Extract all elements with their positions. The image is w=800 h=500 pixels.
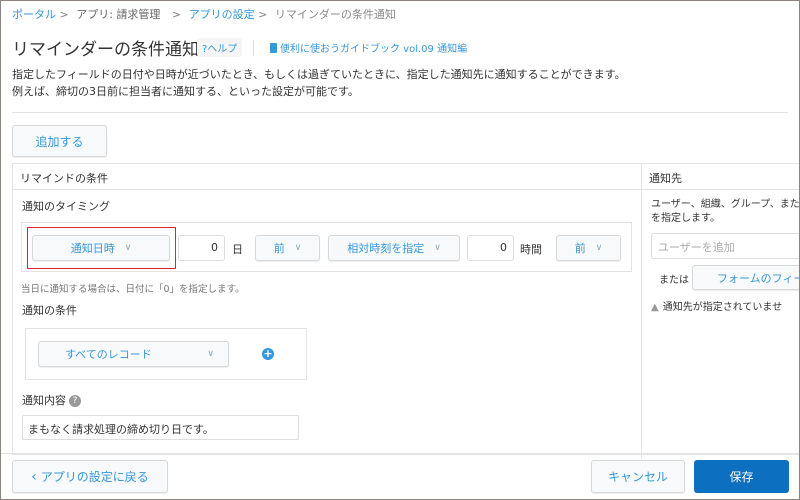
days-unit: 日 bbox=[232, 243, 243, 256]
warning-icon: ▲ bbox=[651, 302, 659, 313]
chevron-down-icon: ∨ bbox=[434, 243, 441, 253]
condition-select[interactable]: すべてのレコード ∨ bbox=[38, 341, 229, 367]
description: 指定したフィールドの日付や日時が近づいたとき、もしくは過ぎていたときに、指定した… bbox=[12, 66, 626, 100]
condition-label: 通知の条件 bbox=[22, 304, 77, 317]
warning: ▲ 通知先が指定されていませ bbox=[651, 302, 783, 313]
divider bbox=[0, 453, 800, 454]
chevron-down-icon: ∨ bbox=[595, 243, 603, 253]
hours-direction-select[interactable]: 前 ∨ bbox=[556, 235, 621, 261]
breadcrumb-app[interactable]: アプリ: 請求管理 bbox=[76, 8, 164, 21]
recipients-header: 通知先 bbox=[649, 172, 682, 185]
add-condition-icon[interactable]: + bbox=[262, 348, 274, 360]
breadcrumb-app-settings[interactable]: アプリの設定 bbox=[189, 8, 255, 21]
hours-unit: 時間 bbox=[520, 243, 542, 256]
breadcrumb: ポータル > アプリ: 請求管理 > アプリの設定 > リマインダーの条件通知 bbox=[12, 6, 400, 22]
recipients-description: ユーザー、組織、グループ、または を指定します。 bbox=[651, 199, 800, 224]
user-input[interactable]: ユーザーを追加 bbox=[651, 233, 800, 259]
breadcrumb-separator: > bbox=[59, 8, 69, 21]
breadcrumb-separator: > bbox=[258, 8, 268, 21]
page-title: リマインダーの条件通知 bbox=[12, 40, 199, 60]
chevron-down-icon: ∨ bbox=[294, 243, 302, 253]
hours-input[interactable]: 0 bbox=[467, 235, 514, 261]
divider bbox=[12, 189, 800, 190]
timing-note: 当日に通知する場合は、日付に「0」を指定します。 bbox=[21, 284, 245, 295]
breadcrumb-portal[interactable]: ポータル bbox=[12, 8, 56, 21]
guidebook-link[interactable]: 便利に使おうガイドブック vol.09 通知編 bbox=[270, 40, 467, 55]
conditions-header: リマインドの条件 bbox=[20, 172, 108, 185]
description-line: 指定したフィールドの日付や日時が近づいたとき、もしくは過ぎていたときに、指定した… bbox=[12, 68, 626, 81]
days-direction-select[interactable]: 前 ∨ bbox=[255, 235, 320, 261]
days-input[interactable]: 0 bbox=[178, 235, 225, 261]
divider bbox=[641, 163, 642, 458]
breadcrumb-current: リマインダーの条件通知 bbox=[274, 8, 396, 21]
cancel-button[interactable]: キャンセル bbox=[591, 460, 685, 493]
highlight-box bbox=[27, 227, 176, 269]
help-icon[interactable]: ? bbox=[69, 395, 81, 407]
description-line: 例えば、締切の3日前に担当者に通知する、といった設定が可能です。 bbox=[12, 85, 359, 98]
divider bbox=[253, 40, 254, 56]
back-button[interactable]: ‹ アプリの設定に戻る bbox=[12, 460, 168, 493]
breadcrumb-separator: > bbox=[171, 8, 182, 21]
divider bbox=[12, 112, 788, 113]
timing-label: 通知のタイミング bbox=[22, 200, 110, 213]
content-label: 通知内容? bbox=[22, 392, 81, 408]
add-button[interactable]: 追加する bbox=[12, 125, 107, 157]
book-icon bbox=[270, 43, 277, 53]
chevron-down-icon: ∨ bbox=[207, 349, 214, 359]
content-input[interactable]: まもなく請求処理の締め切り日です。 bbox=[22, 415, 299, 440]
time-mode-select[interactable]: 相対時刻を指定 ∨ bbox=[328, 235, 460, 261]
form-field-select[interactable]: フォームのフィー bbox=[692, 265, 800, 290]
chevron-left-icon: ‹ bbox=[31, 468, 37, 485]
save-button[interactable]: 保存 bbox=[694, 460, 789, 493]
help-link[interactable]: ?ヘルプ bbox=[197, 38, 243, 57]
or-label: または bbox=[659, 275, 689, 286]
